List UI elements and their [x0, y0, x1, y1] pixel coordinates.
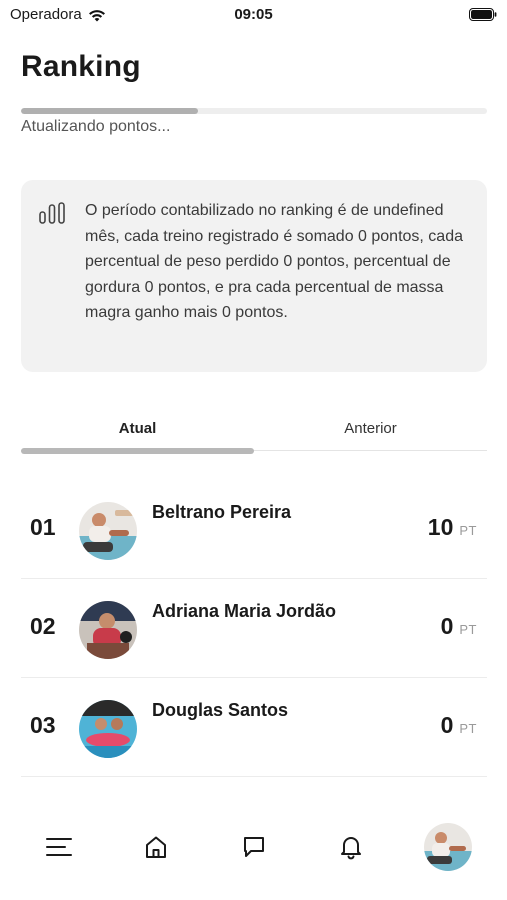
- ranking-row[interactable]: 02 Adriana Maria Jordão 0 PT: [21, 579, 487, 678]
- home-icon: [146, 836, 166, 858]
- rank-position: 03: [30, 712, 56, 738]
- bell-icon: [341, 837, 361, 860]
- menu-icon: [46, 838, 72, 856]
- notifications-button[interactable]: [336, 832, 366, 862]
- active-tab-indicator: [21, 448, 254, 454]
- user-avatar: [79, 502, 137, 560]
- ranking-tabs: Atual Anterior: [21, 410, 487, 454]
- user-score: 0 PT: [441, 613, 477, 640]
- battery-icon: [469, 8, 497, 21]
- home-button[interactable]: [141, 832, 171, 862]
- user-score: 10 PT: [428, 514, 477, 541]
- score-unit: PT: [459, 622, 477, 637]
- ranking-info-text: O período contabilizado no ranking é de …: [85, 202, 463, 321]
- ranking-info-card: O período contabilizado no ranking é de …: [21, 180, 487, 372]
- user-score: 0 PT: [441, 712, 477, 739]
- tab-previous[interactable]: Anterior: [254, 420, 487, 437]
- ranking-row[interactable]: 03 Douglas Santos 0 PT: [21, 678, 487, 777]
- user-avatar: [79, 601, 137, 659]
- bar-chart-icon: [39, 202, 65, 224]
- progress-label: Atualizando pontos...: [21, 118, 171, 135]
- profile-avatar-button[interactable]: [424, 823, 472, 871]
- update-progress-bar: [21, 108, 487, 114]
- user-name: Beltrano Pereira: [152, 502, 292, 522]
- user-name: Douglas Santos: [152, 700, 289, 720]
- bottom-navigation: [0, 818, 507, 878]
- score-value: 10: [427, 514, 454, 540]
- score-value: 0: [440, 613, 454, 639]
- ranking-list: 01 Beltrano Pereira 10 PT 02 Adriana Mar…: [21, 480, 487, 777]
- chat-button[interactable]: [239, 832, 269, 862]
- status-time: 09:05: [234, 6, 273, 23]
- ranking-row[interactable]: 01 Beltrano Pereira 10 PT: [21, 480, 487, 579]
- page-title: Ranking: [21, 50, 141, 83]
- score-unit: PT: [459, 523, 477, 538]
- menu-button[interactable]: [44, 832, 74, 862]
- score-unit: PT: [459, 721, 477, 736]
- score-value: 0: [440, 712, 454, 738]
- rank-position: 02: [30, 613, 56, 639]
- progress-fill: [21, 108, 199, 114]
- profile-avatar: [424, 823, 472, 871]
- chat-icon: [244, 837, 264, 857]
- user-avatar: [79, 700, 137, 758]
- status-bar: Operadora 09:05: [0, 0, 507, 30]
- rank-position: 01: [30, 514, 56, 540]
- user-name: Adriana Maria Jordão: [152, 601, 337, 621]
- tab-current[interactable]: Atual: [21, 420, 254, 437]
